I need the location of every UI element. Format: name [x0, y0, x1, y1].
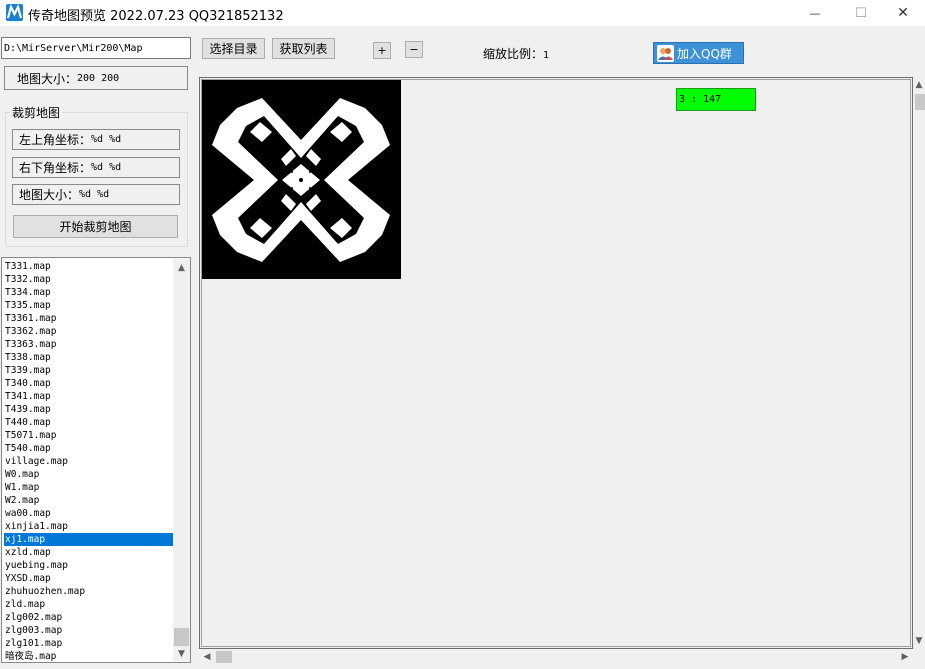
list-scroll-down-icon[interactable]: ▼: [174, 647, 189, 661]
list-item[interactable]: T341.map: [4, 390, 175, 403]
list-item[interactable]: T5071.map: [4, 429, 175, 442]
zoom-ratio-label: 缩放比例：: [483, 47, 544, 61]
list-item[interactable]: village.map: [4, 455, 175, 468]
list-item[interactable]: T540.map: [4, 442, 175, 455]
list-item[interactable]: T339.map: [4, 364, 175, 377]
select-directory-button[interactable]: 选择目录: [202, 38, 265, 59]
crop-group-title: 裁剪地图: [10, 104, 63, 121]
maximize-button[interactable]: ☐: [838, 0, 884, 26]
close-button[interactable]: ✕: [880, 0, 925, 26]
list-scroll-up-icon[interactable]: ▲: [174, 261, 189, 275]
list-item[interactable]: zhuhuozhen.map: [4, 585, 175, 598]
list-scroll-thumb[interactable]: [174, 628, 189, 646]
crop-size-field: 地图大小： %d %d: [12, 184, 180, 205]
top-left-label: 左上角坐标：: [19, 133, 92, 147]
list-item[interactable]: zlg002.map: [4, 611, 175, 624]
map-vertical-scroll-thumb[interactable]: [915, 94, 925, 110]
list-item[interactable]: T3363.map: [4, 338, 175, 351]
list-item[interactable]: T440.map: [4, 416, 175, 429]
list-item[interactable]: W0.map: [4, 468, 175, 481]
list-item[interactable]: zld.map: [4, 598, 175, 611]
zoom-in-button[interactable]: +: [373, 42, 391, 59]
list-item[interactable]: T334.map: [4, 286, 175, 299]
path-input[interactable]: D:\MirServer\Mir200\Map: [1, 37, 191, 59]
zoom-ratio-value: 1: [543, 50, 550, 61]
list-item[interactable]: W1.map: [4, 481, 175, 494]
map-scroll-up-icon[interactable]: ▲: [913, 79, 925, 91]
crop-size-label: 地图大小：: [19, 188, 80, 202]
list-scrollbar[interactable]: [173, 259, 190, 661]
minimize-icon: —: [809, 6, 821, 20]
map-horizontal-scrollbar[interactable]: [199, 649, 913, 665]
list-item[interactable]: yuebing.map: [4, 559, 175, 572]
list-item[interactable]: zlg003.map: [4, 624, 175, 637]
top-left-value: %d %d: [91, 134, 122, 145]
join-qq-group-button[interactable]: 加入QQ群: [653, 42, 744, 64]
zoom-ratio-readout: 缩放比例：1: [483, 45, 549, 62]
list-item[interactable]: T331.map: [4, 260, 175, 273]
map-scroll-down-icon[interactable]: ▼: [913, 635, 925, 647]
qq-group-icon: [657, 44, 674, 62]
get-list-button[interactable]: 获取列表: [272, 38, 335, 59]
list-item[interactable]: zlg101.map: [4, 637, 175, 650]
list-item[interactable]: T3361.map: [4, 312, 175, 325]
top-left-coord-field: 左上角坐标： %d %d: [12, 129, 180, 150]
map-preview-image[interactable]: [202, 80, 401, 279]
crop-size-value: %d %d: [79, 189, 110, 200]
start-crop-button[interactable]: 开始裁剪地图: [13, 215, 178, 238]
bottom-right-label: 右下角坐标：: [19, 161, 92, 175]
bottom-right-coord-field: 右下角坐标： %d %d: [12, 157, 180, 178]
qq-group-label: 加入QQ群: [677, 46, 732, 61]
list-item[interactable]: xj1.map: [4, 533, 175, 546]
list-item[interactable]: wa00.map: [4, 507, 175, 520]
cursor-coordinate-badge: 3 : 147: [676, 88, 756, 111]
list-item[interactable]: T332.map: [4, 273, 175, 286]
list-item[interactable]: T338.map: [4, 351, 175, 364]
map-scroll-right-icon[interactable]: ▶: [899, 651, 911, 663]
minimize-button[interactable]: —: [792, 0, 838, 26]
close-icon: ✕: [897, 5, 909, 21]
list-item[interactable]: T335.map: [4, 299, 175, 312]
map-file-list[interactable]: T331.map T332.map T334.map T335.map T3361.ma…: [1, 257, 191, 663]
list-item[interactable]: T3362.map: [4, 325, 175, 338]
map-size-info: 地图大小： 200 200: [4, 66, 188, 90]
zoom-out-button[interactable]: −: [405, 41, 423, 58]
map-vertical-scrollbar[interactable]: [913, 77, 925, 649]
maximize-icon: ☐: [855, 5, 867, 21]
list-item[interactable]: T340.map: [4, 377, 175, 390]
bottom-right-value: %d %d: [91, 162, 122, 173]
list-item[interactable]: W2.map: [4, 494, 175, 507]
list-item[interactable]: xinjia1.map: [4, 520, 175, 533]
list-item[interactable]: xzld.map: [4, 546, 175, 559]
window-title: 传奇地图预览 2022.07.23 QQ321852132: [28, 9, 284, 24]
map-size-label: 地图大小：: [17, 71, 78, 86]
map-scroll-left-icon[interactable]: ◀: [201, 651, 213, 663]
list-item[interactable]: 暗夜岛.map: [4, 650, 175, 662]
list-item[interactable]: T439.map: [4, 403, 175, 416]
list-item[interactable]: YXSD.map: [4, 572, 175, 585]
app-logo-icon: [6, 4, 23, 21]
map-size-value: 200 200: [77, 72, 120, 84]
map-horizontal-scroll-thumb[interactable]: [216, 651, 232, 663]
